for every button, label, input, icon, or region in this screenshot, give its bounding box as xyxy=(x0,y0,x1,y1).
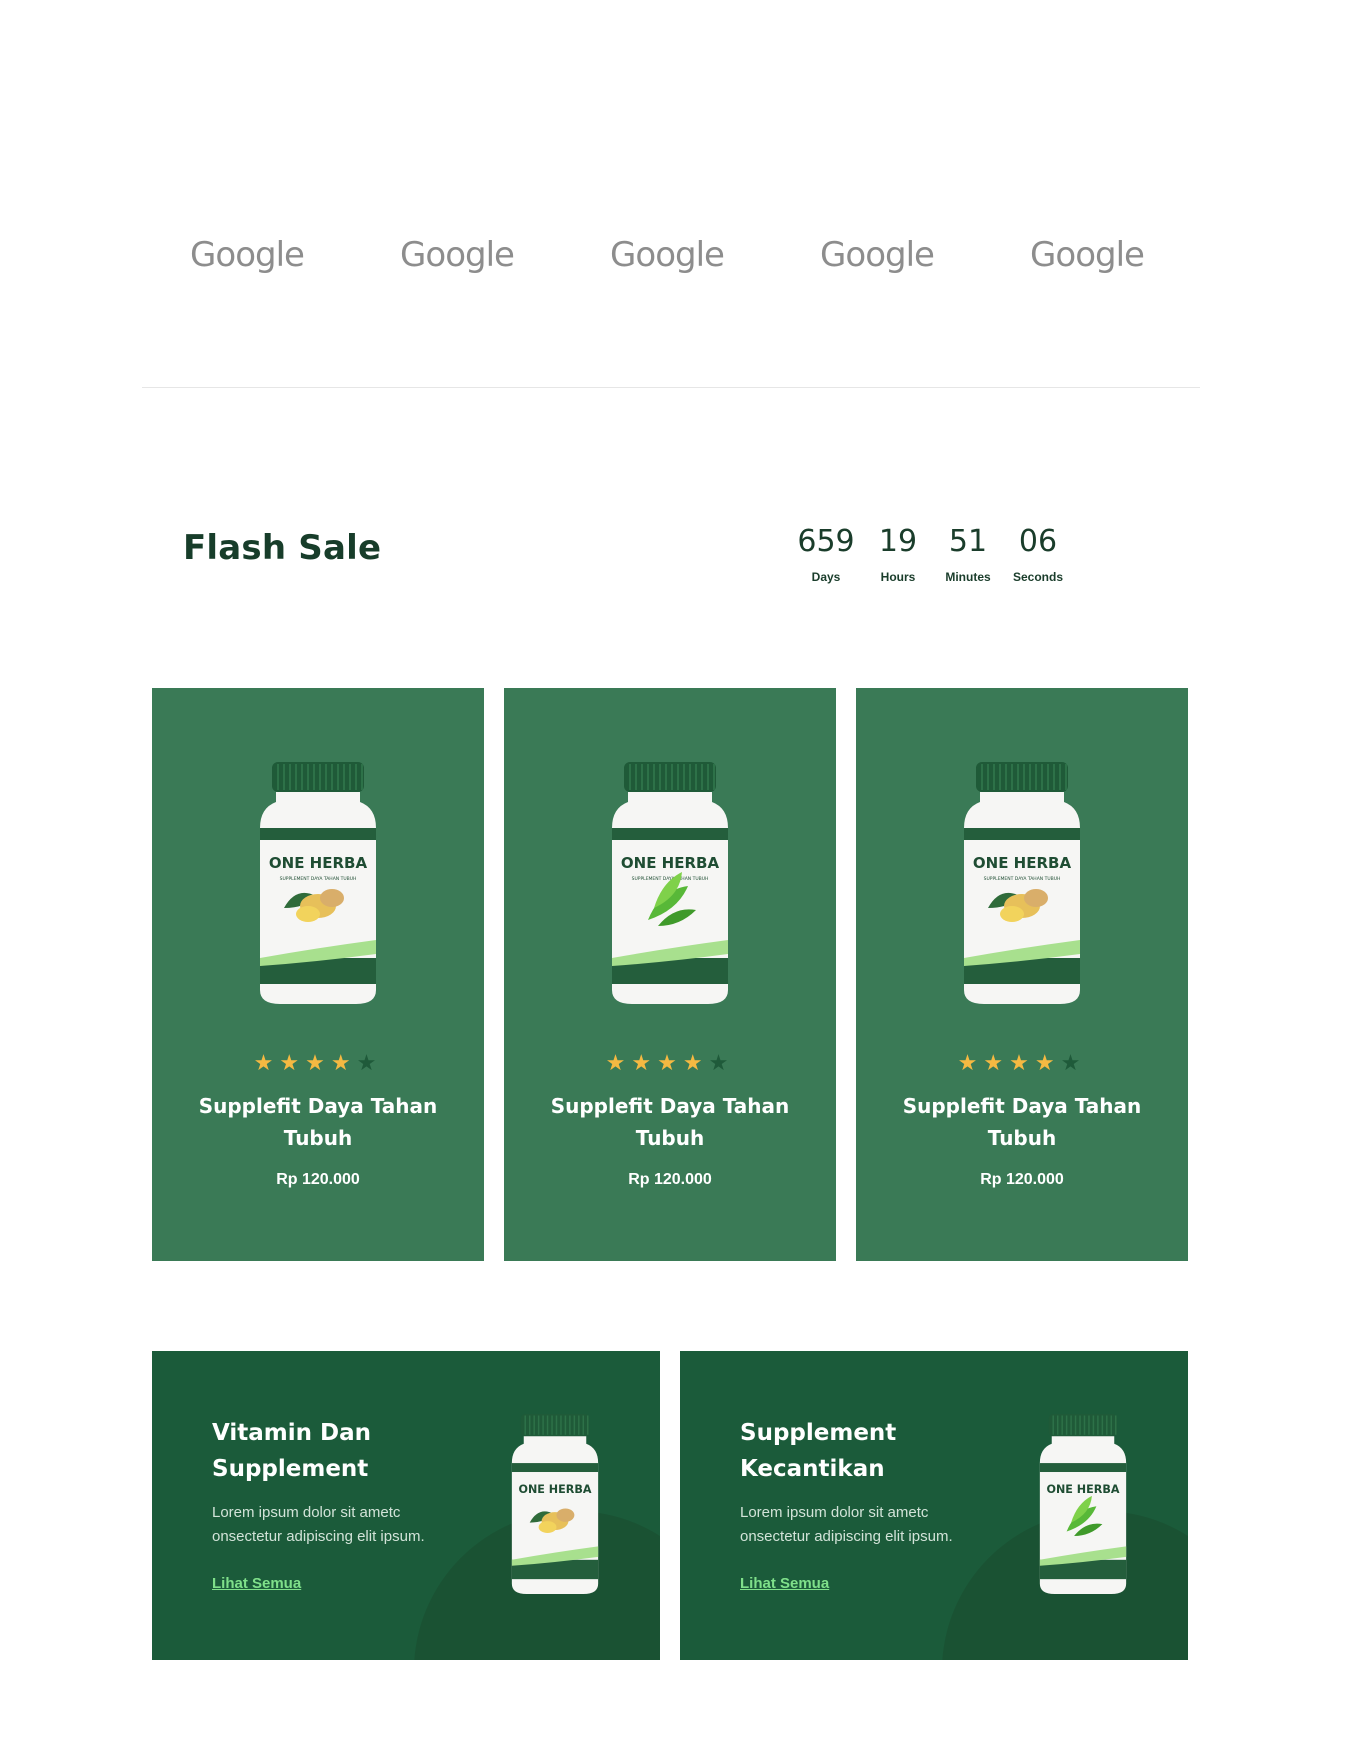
rating-stars: ★★★★★ xyxy=(152,1050,484,1076)
partner-logo: Google xyxy=(400,235,515,275)
countdown-timer: 659 Days 19 Hours 51 Minutes 06 Seconds xyxy=(0,520,1346,590)
bottle-brand-text: ONE HERBA xyxy=(973,854,1072,872)
partner-logo: Google xyxy=(190,235,305,275)
product-card[interactable]: ONE HERBA SUPPLEMENT DAYA TAHAN TUBUH ★★… xyxy=(504,688,836,1261)
product-image: ONE HERBA SUPPLEMENT DAYA TAHAN TUBUH xyxy=(256,758,380,1008)
star-empty-icon: ★ xyxy=(1060,1050,1087,1075)
bottle-brand-text: ONE HERBA xyxy=(621,854,720,872)
countdown-value: 659 xyxy=(797,524,855,559)
countdown-label: Days xyxy=(811,570,841,584)
product-price: Rp 120.000 xyxy=(276,1171,360,1188)
svg-text:SUPPLEMENT DAYA TAHAN TUBUH: SUPPLEMENT DAYA TAHAN TUBUH xyxy=(984,876,1061,882)
star-filled-icon: ★ xyxy=(279,1050,306,1075)
partner-logos: Google Google Google Google Google xyxy=(0,225,1346,285)
partner-logo: Google xyxy=(1030,235,1145,275)
view-all-link[interactable]: Lihat Semua xyxy=(212,1575,301,1592)
countdown-days: 659 Days xyxy=(786,520,866,584)
product-name[interactable]: Supplefit Daya Tahan Tubuh xyxy=(544,1090,796,1154)
countdown-seconds: 06 Seconds xyxy=(998,520,1078,584)
product-image: ONE HERBA SUPPLEMENT DAYA TAHAN TUBUH xyxy=(960,758,1084,1008)
product-price: Rp 120.000 xyxy=(628,1171,712,1188)
star-filled-icon: ★ xyxy=(983,1050,1010,1075)
star-filled-icon: ★ xyxy=(957,1050,984,1075)
countdown-minutes: 51 Minutes xyxy=(928,520,1008,584)
bottle-brand-text: ONE HERBA xyxy=(518,1483,591,1496)
countdown-label: Minutes xyxy=(945,570,991,584)
rating-stars: ★★★★★ xyxy=(856,1050,1188,1076)
star-filled-icon: ★ xyxy=(1034,1050,1061,1075)
product-image: ONE HERBA SUPPLEMENT DAYA TAHAN TUBUH xyxy=(608,758,732,1008)
promo-description: Lorem ipsum dolor sit ametc onsectetur a… xyxy=(212,1504,425,1545)
promo-banner-vitamin: Vitamin Dan Supplement Lorem ipsum dolor… xyxy=(152,1351,660,1660)
product-name[interactable]: Supplefit Daya Tahan Tubuh xyxy=(192,1090,444,1154)
countdown-hours: 19 Hours xyxy=(858,520,938,584)
promo-banner-beauty: Supplement Kecantikan Lorem ipsum dolor … xyxy=(680,1351,1188,1660)
product-price: Rp 120.000 xyxy=(980,1171,1064,1188)
star-filled-icon: ★ xyxy=(657,1050,683,1075)
countdown-label: Hours xyxy=(880,570,916,584)
bottle-brand-text: ONE HERBA xyxy=(269,854,368,872)
section-divider xyxy=(142,387,1200,388)
promo-product-image: ONE HERBA xyxy=(508,1411,602,1597)
countdown-label: Seconds xyxy=(1012,570,1063,584)
star-filled-icon: ★ xyxy=(1009,1050,1035,1075)
star-empty-icon: ★ xyxy=(708,1050,735,1075)
star-filled-icon: ★ xyxy=(605,1050,632,1075)
product-card[interactable]: ONE HERBA SUPPLEMENT DAYA TAHAN TUBUH ★★… xyxy=(152,688,484,1261)
product-card[interactable]: ONE HERBA SUPPLEMENT DAYA TAHAN TUBUH ★★… xyxy=(856,688,1188,1261)
star-filled-icon: ★ xyxy=(305,1050,331,1075)
promo-description: Lorem ipsum dolor sit ametc onsectetur a… xyxy=(740,1504,953,1545)
rating-stars: ★★★★★ xyxy=(504,1050,836,1076)
promo-title: Vitamin Dan Supplement xyxy=(212,1420,372,1482)
promo-product-image: ONE HERBA xyxy=(1036,1411,1130,1597)
promo-title: Supplement Kecantikan xyxy=(740,1420,897,1482)
product-name[interactable]: Supplefit Daya Tahan Tubuh xyxy=(896,1090,1148,1154)
bottle-brand-text: ONE HERBA xyxy=(1046,1483,1119,1496)
star-filled-icon: ★ xyxy=(682,1050,709,1075)
star-filled-icon: ★ xyxy=(253,1050,280,1075)
view-all-link[interactable]: Lihat Semua xyxy=(740,1575,829,1592)
star-filled-icon: ★ xyxy=(330,1050,357,1075)
star-empty-icon: ★ xyxy=(356,1050,383,1075)
partner-logo: Google xyxy=(820,235,935,275)
countdown-value: 19 xyxy=(878,524,918,559)
star-filled-icon: ★ xyxy=(631,1050,658,1075)
svg-text:SUPPLEMENT DAYA TAHAN TUBUH: SUPPLEMENT DAYA TAHAN TUBUH xyxy=(280,876,357,882)
countdown-value: 06 xyxy=(1018,524,1058,559)
partner-logo: Google xyxy=(610,235,725,275)
countdown-value: 51 xyxy=(948,524,988,559)
